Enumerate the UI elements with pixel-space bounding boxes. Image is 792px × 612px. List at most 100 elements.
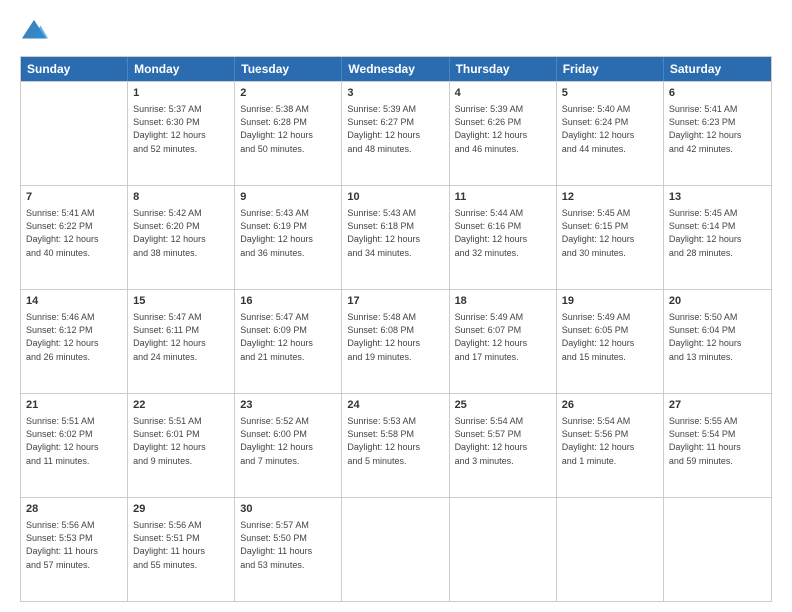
cell-info: Sunrise: 5:43 AM Sunset: 6:18 PM Dayligh… bbox=[347, 207, 443, 259]
calendar-cell: 26 Sunrise: 5:54 AM Sunset: 5:56 PM Dayli… bbox=[557, 394, 664, 497]
cell-info: Sunrise: 5:39 AM Sunset: 6:27 PM Dayligh… bbox=[347, 103, 443, 155]
calendar-cell bbox=[557, 498, 664, 601]
calendar-row-4: 28 Sunrise: 5:56 AM Sunset: 5:53 PM Dayli… bbox=[21, 497, 771, 601]
calendar-row-2: 14 Sunrise: 5:46 AM Sunset: 6:12 PM Dayli… bbox=[21, 289, 771, 393]
calendar-body: 1 Sunrise: 5:37 AM Sunset: 6:30 PM Daylig… bbox=[21, 81, 771, 601]
day-number: 27 bbox=[669, 398, 766, 413]
day-number: 10 bbox=[347, 190, 443, 205]
calendar-cell: 13 Sunrise: 5:45 AM Sunset: 6:14 PM Dayli… bbox=[664, 186, 771, 289]
day-number: 25 bbox=[455, 398, 551, 413]
calendar-cell: 24 Sunrise: 5:53 AM Sunset: 5:58 PM Dayli… bbox=[342, 394, 449, 497]
day-number: 5 bbox=[562, 86, 658, 101]
day-number: 19 bbox=[562, 294, 658, 309]
calendar-cell: 27 Sunrise: 5:55 AM Sunset: 5:54 PM Dayli… bbox=[664, 394, 771, 497]
day-number: 18 bbox=[455, 294, 551, 309]
cell-info: Sunrise: 5:50 AM Sunset: 6:04 PM Dayligh… bbox=[669, 311, 766, 363]
cell-info: Sunrise: 5:45 AM Sunset: 6:14 PM Dayligh… bbox=[669, 207, 766, 259]
calendar-cell: 17 Sunrise: 5:48 AM Sunset: 6:08 PM Dayli… bbox=[342, 290, 449, 393]
cell-info: Sunrise: 5:57 AM Sunset: 5:50 PM Dayligh… bbox=[240, 519, 336, 571]
logo bbox=[20, 18, 52, 46]
header bbox=[20, 18, 772, 46]
calendar-cell: 21Sunrise: 5:51 AM Sunset: 6:02 PM Dayli… bbox=[21, 394, 128, 497]
day-number: 21 bbox=[26, 398, 122, 413]
calendar-row-0: 1 Sunrise: 5:37 AM Sunset: 6:30 PM Daylig… bbox=[21, 81, 771, 185]
day-number: 20 bbox=[669, 294, 766, 309]
calendar-cell bbox=[342, 498, 449, 601]
calendar-cell: 6Sunrise: 5:41 AM Sunset: 6:23 PM Daylig… bbox=[664, 82, 771, 185]
header-day-saturday: Saturday bbox=[664, 57, 771, 81]
header-day-tuesday: Tuesday bbox=[235, 57, 342, 81]
calendar-cell: 23 Sunrise: 5:52 AM Sunset: 6:00 PM Dayli… bbox=[235, 394, 342, 497]
calendar-cell: 7Sunrise: 5:41 AM Sunset: 6:22 PM Daylig… bbox=[21, 186, 128, 289]
cell-info: Sunrise: 5:56 AM Sunset: 5:51 PM Dayligh… bbox=[133, 519, 229, 571]
cell-info: Sunrise: 5:38 AM Sunset: 6:28 PM Dayligh… bbox=[240, 103, 336, 155]
day-number: 14 bbox=[26, 294, 122, 309]
cell-info: Sunrise: 5:56 AM Sunset: 5:53 PM Dayligh… bbox=[26, 519, 122, 571]
cell-info: Sunrise: 5:37 AM Sunset: 6:30 PM Dayligh… bbox=[133, 103, 229, 155]
day-number: 12 bbox=[562, 190, 658, 205]
day-number: 23 bbox=[240, 398, 336, 413]
page: SundayMondayTuesdayWednesdayThursdayFrid… bbox=[0, 0, 792, 612]
header-day-wednesday: Wednesday bbox=[342, 57, 449, 81]
cell-info: Sunrise: 5:47 AM Sunset: 6:11 PM Dayligh… bbox=[133, 311, 229, 363]
calendar-row-1: 7Sunrise: 5:41 AM Sunset: 6:22 PM Daylig… bbox=[21, 185, 771, 289]
calendar-cell: 3 Sunrise: 5:39 AM Sunset: 6:27 PM Daylig… bbox=[342, 82, 449, 185]
cell-info: Sunrise: 5:48 AM Sunset: 6:08 PM Dayligh… bbox=[347, 311, 443, 363]
calendar-cell: 10 Sunrise: 5:43 AM Sunset: 6:18 PM Dayli… bbox=[342, 186, 449, 289]
calendar-cell: 11 Sunrise: 5:44 AM Sunset: 6:16 PM Dayli… bbox=[450, 186, 557, 289]
cell-info: Sunrise: 5:47 AM Sunset: 6:09 PM Dayligh… bbox=[240, 311, 336, 363]
day-number: 28 bbox=[26, 502, 122, 517]
header-day-monday: Monday bbox=[128, 57, 235, 81]
day-number: 29 bbox=[133, 502, 229, 517]
cell-info: Sunrise: 5:49 AM Sunset: 6:05 PM Dayligh… bbox=[562, 311, 658, 363]
calendar-cell: 29 Sunrise: 5:56 AM Sunset: 5:51 PM Dayli… bbox=[128, 498, 235, 601]
cell-info: Sunrise: 5:54 AM Sunset: 5:56 PM Dayligh… bbox=[562, 415, 658, 467]
calendar-cell bbox=[21, 82, 128, 185]
cell-info: Sunrise: 5:53 AM Sunset: 5:58 PM Dayligh… bbox=[347, 415, 443, 467]
cell-info: Sunrise: 5:46 AM Sunset: 6:12 PM Dayligh… bbox=[26, 311, 122, 363]
day-number: 30 bbox=[240, 502, 336, 517]
day-number: 16 bbox=[240, 294, 336, 309]
day-number: 6 bbox=[669, 86, 766, 101]
header-day-thursday: Thursday bbox=[450, 57, 557, 81]
day-number: 1 bbox=[133, 86, 229, 101]
day-number: 4 bbox=[455, 86, 551, 101]
cell-info: Sunrise: 5:44 AM Sunset: 6:16 PM Dayligh… bbox=[455, 207, 551, 259]
header-day-friday: Friday bbox=[557, 57, 664, 81]
calendar-cell: 18 Sunrise: 5:49 AM Sunset: 6:07 PM Dayli… bbox=[450, 290, 557, 393]
day-number: 24 bbox=[347, 398, 443, 413]
day-number: 11 bbox=[455, 190, 551, 205]
cell-info: Sunrise: 5:52 AM Sunset: 6:00 PM Dayligh… bbox=[240, 415, 336, 467]
calendar: SundayMondayTuesdayWednesdayThursdayFrid… bbox=[20, 56, 772, 602]
day-number: 22 bbox=[133, 398, 229, 413]
calendar-cell: 30 Sunrise: 5:57 AM Sunset: 5:50 PM Dayli… bbox=[235, 498, 342, 601]
logo-icon bbox=[20, 18, 48, 46]
day-number: 9 bbox=[240, 190, 336, 205]
calendar-cell: 5 Sunrise: 5:40 AM Sunset: 6:24 PM Daylig… bbox=[557, 82, 664, 185]
calendar-cell: 16 Sunrise: 5:47 AM Sunset: 6:09 PM Dayli… bbox=[235, 290, 342, 393]
cell-info: Sunrise: 5:39 AM Sunset: 6:26 PM Dayligh… bbox=[455, 103, 551, 155]
calendar-cell bbox=[664, 498, 771, 601]
day-number: 2 bbox=[240, 86, 336, 101]
calendar-cell: 9Sunrise: 5:43 AM Sunset: 6:19 PM Daylig… bbox=[235, 186, 342, 289]
calendar-cell: 8Sunrise: 5:42 AM Sunset: 6:20 PM Daylig… bbox=[128, 186, 235, 289]
calendar-cell bbox=[450, 498, 557, 601]
cell-info: Sunrise: 5:51 AM Sunset: 6:01 PM Dayligh… bbox=[133, 415, 229, 467]
calendar-cell: 2 Sunrise: 5:38 AM Sunset: 6:28 PM Daylig… bbox=[235, 82, 342, 185]
cell-info: Sunrise: 5:54 AM Sunset: 5:57 PM Dayligh… bbox=[455, 415, 551, 467]
calendar-row-3: 21Sunrise: 5:51 AM Sunset: 6:02 PM Dayli… bbox=[21, 393, 771, 497]
day-number: 26 bbox=[562, 398, 658, 413]
calendar-cell: 14 Sunrise: 5:46 AM Sunset: 6:12 PM Dayli… bbox=[21, 290, 128, 393]
calendar-cell: 22 Sunrise: 5:51 AM Sunset: 6:01 PM Dayli… bbox=[128, 394, 235, 497]
cell-info: Sunrise: 5:40 AM Sunset: 6:24 PM Dayligh… bbox=[562, 103, 658, 155]
day-number: 17 bbox=[347, 294, 443, 309]
cell-info: Sunrise: 5:49 AM Sunset: 6:07 PM Dayligh… bbox=[455, 311, 551, 363]
calendar-cell: 12Sunrise: 5:45 AM Sunset: 6:15 PM Dayli… bbox=[557, 186, 664, 289]
cell-info: Sunrise: 5:41 AM Sunset: 6:22 PM Dayligh… bbox=[26, 207, 122, 259]
cell-info: Sunrise: 5:55 AM Sunset: 5:54 PM Dayligh… bbox=[669, 415, 766, 467]
day-number: 15 bbox=[133, 294, 229, 309]
day-number: 8 bbox=[133, 190, 229, 205]
day-number: 3 bbox=[347, 86, 443, 101]
day-number: 13 bbox=[669, 190, 766, 205]
calendar-cell: 1 Sunrise: 5:37 AM Sunset: 6:30 PM Daylig… bbox=[128, 82, 235, 185]
